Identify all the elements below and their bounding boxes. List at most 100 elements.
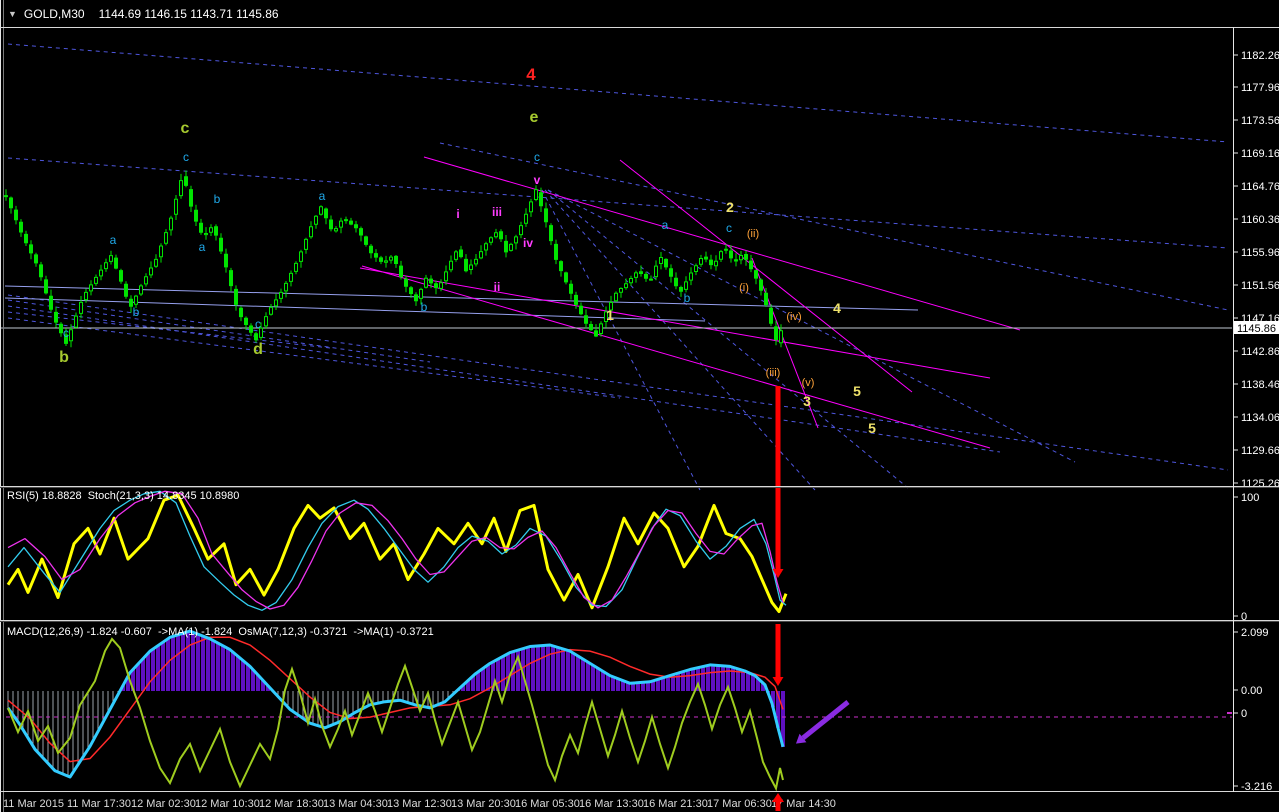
osma-line — [7, 637, 784, 792]
wave-label[interactable]: a — [199, 240, 206, 254]
macd-axis-label: 2.099 — [1241, 627, 1269, 639]
wave-label[interactable]: c — [63, 326, 69, 340]
chart-title-bar[interactable]: ▼ GOLD,M30 1144.69 1146.15 1143.71 1145.… — [8, 0, 279, 27]
wave-label[interactable]: 4 — [526, 65, 536, 84]
price-axis-label: 1182.26 — [1241, 50, 1279, 62]
current-price-value: 1145.86 — [1237, 323, 1276, 335]
wave-label[interactable]: i — [456, 207, 459, 221]
wave-label[interactable]: b — [59, 349, 69, 366]
wave-labels[interactable]: 4ecb dcabaabccbca cbi iiiivvii124355(ii)(i)… — [59, 65, 876, 436]
wave-label[interactable]: a — [319, 189, 326, 203]
trendline[interactable] — [7, 317, 621, 399]
time-axis-label: 11 Mar 17:30 — [67, 798, 131, 810]
wave-label[interactable]: (iii) — [766, 367, 781, 379]
trendlines[interactable] — [4, 43, 1229, 491]
price-axis-label: 1134.06 — [1241, 412, 1279, 424]
time-axis-label: 16 Mar 05:30 — [515, 798, 580, 810]
trendline[interactable] — [547, 189, 1076, 463]
wave-label[interactable]: iii — [492, 205, 502, 219]
wave-label[interactable]: a — [110, 233, 117, 247]
arrow-shaft[interactable] — [801, 700, 850, 740]
rsi-series-rsi(5) — [6, 493, 788, 614]
wave-label[interactable]: 5 — [868, 420, 876, 436]
wave-label[interactable]: a — [662, 218, 669, 232]
wave-label[interactable]: b — [133, 305, 140, 319]
wave-label[interactable]: c — [255, 317, 261, 331]
wave-label[interactable]: b — [214, 192, 221, 206]
price-scale-separator — [1233, 27, 1234, 792]
time-axis-label: 13 Mar 20:30 — [451, 798, 516, 810]
window-left-border-inner — [3, 0, 4, 812]
wave-label[interactable]: 5 — [853, 383, 861, 399]
time-axis-label: 11 Mar 2015 — [3, 798, 64, 810]
wave-label[interactable]: 1 — [606, 307, 614, 323]
price-axis-label: 1169.16 — [1241, 148, 1279, 160]
mt4-chart-window: 4 e c b d c a b a a b c c b c a c b i iii iv v ii 1 2 4 3 5 5 (ii) (i)… — [0, 0, 1279, 812]
price-axis-label: 1142.86 — [1241, 346, 1279, 358]
trendline[interactable] — [361, 265, 991, 449]
macd-panel-plot — [6, 629, 1232, 792]
time-axis-label: 12 Mar 10:30 — [195, 798, 260, 810]
time-axis-label: 13 Mar 12:30 — [387, 798, 452, 810]
price-axis-label: 1160.36 — [1241, 214, 1279, 226]
time-axis-label: 16 Mar 13:30 — [579, 798, 644, 810]
wave-label[interactable]: 2 — [726, 199, 734, 215]
wave-label[interactable]: v — [534, 173, 541, 187]
macd-panel-divider-shadow — [0, 621, 1279, 622]
macd-histogram-positive — [121, 631, 765, 691]
rsi-axis-label: 100 — [1241, 492, 1259, 504]
trendline[interactable] — [7, 294, 1229, 471]
rsi-panel-plot — [6, 490, 788, 614]
trendline[interactable] — [423, 156, 1021, 331]
wave-label[interactable]: iv — [523, 236, 533, 250]
price-axis-label: 1155.96 — [1241, 247, 1279, 259]
title-separator — [0, 27, 1279, 28]
wave-label[interactable]: d — [253, 341, 263, 358]
wave-label[interactable]: b — [421, 300, 428, 314]
price-axis-label: 1173.56 — [1241, 115, 1279, 127]
time-axis[interactable]: 11 Mar 2015 11 Mar 17:30 12 Mar 02:30 12 Ma… — [3, 793, 836, 811]
arrow-objects[interactable] — [772, 386, 850, 744]
macd-axis-label: 0.00 — [1241, 685, 1262, 697]
wave-label[interactable]: ii — [494, 280, 501, 294]
price-axis[interactable]: 1182.26 1177.96 1173.56 1169.16 1164.76 1160.… — [1233, 50, 1279, 490]
wave-label[interactable]: 4 — [833, 300, 841, 316]
wave-label[interactable]: (iv) — [786, 311, 801, 323]
wave-label[interactable]: (i) — [739, 282, 749, 294]
price-axis-label: 1177.96 — [1241, 82, 1279, 94]
wave-label[interactable]: (ii) — [747, 228, 759, 240]
time-axis-label: 13 Mar 04:30 — [323, 798, 388, 810]
time-axis-label: 12 Mar 02:30 — [131, 798, 196, 810]
price-axis-label: 1151.56 — [1241, 280, 1279, 292]
wave-label[interactable]: e — [530, 109, 539, 126]
wave-label[interactable]: c — [726, 221, 732, 235]
price-axis-label: 1138.46 — [1241, 379, 1279, 391]
wave-label[interactable]: (v) — [802, 377, 815, 389]
wave-label[interactable]: c — [181, 120, 190, 137]
symbol-dropdown-icon[interactable]: ▼ — [8, 9, 17, 19]
price-axis-label: 1129.66 — [1241, 445, 1279, 457]
rsi-axis[interactable]: 1000 — [1233, 492, 1259, 623]
time-axis-label: 12 Mar 18:30 — [259, 798, 324, 810]
wave-label[interactable]: 3 — [803, 393, 811, 409]
time-axis-label: 17 Mar 06:30 — [707, 798, 772, 810]
price-axis-label: 1164.76 — [1241, 181, 1279, 193]
wave-label[interactable]: c — [534, 150, 540, 164]
symbol-timeframe-label: GOLD,M30 — [23, 6, 85, 21]
time-axis-label: 16 Mar 21:30 — [643, 798, 708, 810]
rsi-panel-divider-shadow — [0, 487, 1279, 488]
price-axis-label: 1125.26 — [1241, 478, 1279, 490]
wave-label[interactable]: b — [684, 291, 691, 305]
chart-canvas[interactable]: 4ecb dcabaabccbca cbi iiiivvii124355(ii)(i)… — [0, 0, 1279, 812]
trendline[interactable] — [541, 189, 701, 491]
macd-main-line — [6, 629, 785, 779]
window-left-border-outer — [0, 0, 1, 812]
trendline[interactable] — [7, 43, 1229, 143]
time-axis-divider — [0, 791, 1279, 792]
trendline[interactable] — [439, 142, 1229, 311]
rsi-indicator-label: RSI(5) 18.8828 Stoch(21,3,3) 14.8345 10.… — [7, 490, 240, 502]
wave-label[interactable]: c — [183, 150, 189, 164]
macd-axis-label: 0 — [1241, 708, 1247, 720]
ohlc-values: 1144.69 1146.15 1143.71 1145.86 — [98, 6, 279, 21]
macd-indicator-label: MACD(12,26,9) -1.824 -0.607 ->MA(1) -1.8… — [7, 626, 434, 638]
